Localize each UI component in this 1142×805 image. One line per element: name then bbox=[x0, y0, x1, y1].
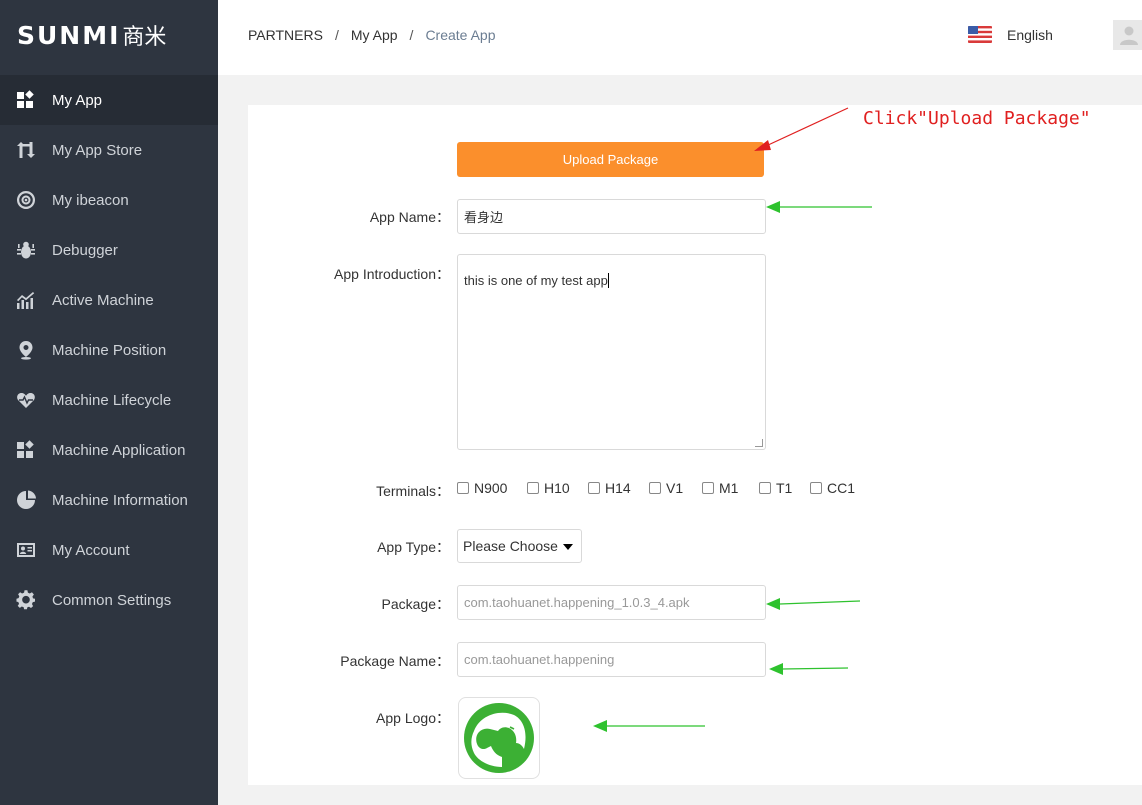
sidebar-item-label: Active Machine bbox=[52, 291, 154, 309]
terminal-option-m1[interactable]: M1 bbox=[702, 480, 759, 496]
us-flag-icon bbox=[968, 26, 992, 43]
sidebar-item-my-account[interactable]: My Account bbox=[0, 525, 218, 575]
logo-text: SUNMI bbox=[17, 20, 121, 50]
terminal-option-cc1[interactable]: CC1 bbox=[810, 480, 860, 496]
package-name-value: com.taohuanet.happening bbox=[464, 652, 615, 667]
sidebar-item-my-app[interactable]: My App bbox=[0, 75, 218, 125]
logo-text-cn: 商米 bbox=[122, 24, 167, 49]
resize-handle-icon[interactable] bbox=[755, 439, 763, 447]
breadcrumb-separator: / bbox=[334, 27, 339, 43]
app-introduction-textarea[interactable]: this is one of my test app bbox=[457, 254, 766, 450]
sidebar-nav: My App My App Store My ibeacon Debugger … bbox=[0, 75, 218, 625]
terminals-group: N900 H10 H14 V1 M1 T1 CC1 bbox=[457, 480, 860, 496]
package-label: Package： bbox=[381, 596, 450, 612]
checkbox[interactable] bbox=[810, 482, 822, 494]
app-logo-label: App Logo： bbox=[376, 710, 450, 726]
app-name-value: 看身边 bbox=[464, 210, 504, 225]
breadcrumb-partners[interactable]: PARTNERS bbox=[248, 27, 323, 43]
sidebar-item-my-app-store[interactable]: My App Store bbox=[0, 125, 218, 175]
sidebar-item-label: Machine Application bbox=[52, 441, 186, 459]
sidebar-item-active-machine[interactable]: Active Machine bbox=[0, 275, 218, 325]
user-icon bbox=[1120, 26, 1138, 45]
terminal-option-n900[interactable]: N900 bbox=[457, 480, 527, 496]
terminal-option-t1[interactable]: T1 bbox=[759, 480, 810, 496]
id-card-icon bbox=[0, 540, 52, 560]
sidebar-item-label: Machine Lifecycle bbox=[52, 391, 172, 409]
breadcrumb-separator: / bbox=[409, 27, 414, 43]
package-name-label: Package Name： bbox=[340, 653, 450, 669]
app-logo-image[interactable] bbox=[458, 697, 540, 779]
checkbox[interactable] bbox=[588, 482, 600, 494]
avatar[interactable] bbox=[1113, 20, 1142, 50]
terminal-label: H14 bbox=[605, 480, 631, 496]
app-introduction-value: this is one of my test app bbox=[464, 273, 608, 288]
sidebar-item-label: My ibeacon bbox=[52, 191, 129, 209]
terminal-label: N900 bbox=[474, 480, 508, 496]
location-pin-icon bbox=[0, 340, 52, 360]
checkbox[interactable] bbox=[457, 482, 469, 494]
app-type-label: App Type： bbox=[377, 539, 450, 555]
heartbeat-icon bbox=[0, 390, 52, 410]
terminal-label: CC1 bbox=[827, 480, 856, 496]
checkbox[interactable] bbox=[527, 482, 539, 494]
upload-package-button[interactable]: Upload Package bbox=[457, 142, 764, 177]
package-input[interactable]: com.taohuanet.happening_1.0.3_4.apk bbox=[457, 585, 766, 620]
breadcrumb-create-app: Create App bbox=[425, 27, 496, 43]
breadcrumb: PARTNERS / My App / Create App bbox=[248, 27, 496, 43]
sidebar-item-label: Machine Position bbox=[52, 341, 167, 359]
terminal-label: H10 bbox=[544, 480, 570, 496]
store-arrows-icon bbox=[0, 140, 52, 160]
sidebar-item-machine-position[interactable]: Machine Position bbox=[0, 325, 218, 375]
checkbox[interactable] bbox=[702, 482, 714, 494]
terminal-option-v1[interactable]: V1 bbox=[649, 480, 702, 496]
checkbox[interactable] bbox=[759, 482, 771, 494]
package-value: com.taohuanet.happening_1.0.3_4.apk bbox=[464, 595, 690, 610]
sidebar: SUNMI 商米 My App My App Store My ibeacon bbox=[0, 0, 218, 805]
caret-down-icon bbox=[563, 544, 573, 550]
apps-grid-icon bbox=[0, 90, 52, 110]
trend-chart-icon bbox=[0, 290, 52, 310]
terminal-label: T1 bbox=[776, 480, 793, 496]
sidebar-item-my-ibeacon[interactable]: My ibeacon bbox=[0, 175, 218, 225]
sidebar-item-label: Debugger bbox=[52, 241, 118, 259]
sidebar-item-common-settings[interactable]: Common Settings bbox=[0, 575, 218, 625]
terminals-label: Terminals： bbox=[376, 483, 450, 499]
sunmi-logo[interactable]: SUNMI 商米 bbox=[17, 20, 166, 50]
terminal-option-h14[interactable]: H14 bbox=[588, 480, 649, 496]
sidebar-item-label: Machine Information bbox=[52, 491, 188, 509]
top-header: PARTNERS / My App / Create App English bbox=[218, 0, 1142, 75]
language-selector[interactable]: English bbox=[968, 26, 1053, 43]
gear-icon bbox=[0, 590, 52, 610]
breadcrumb-my-app[interactable]: My App bbox=[351, 27, 398, 43]
checkbox[interactable] bbox=[649, 482, 661, 494]
sidebar-item-label: My App Store bbox=[52, 141, 143, 159]
apps-grid-icon bbox=[0, 440, 52, 460]
app-name-label: App Name： bbox=[369, 209, 450, 225]
sidebar-item-label: My Account bbox=[52, 541, 130, 559]
beacon-icon bbox=[0, 190, 52, 210]
app-type-value: Please Choose bbox=[463, 538, 558, 554]
sidebar-item-label: Common Settings bbox=[52, 591, 172, 609]
app-name-input[interactable]: 看身边 bbox=[457, 199, 766, 234]
sidebar-item-machine-application[interactable]: Machine Application bbox=[0, 425, 218, 475]
language-label: English bbox=[1007, 26, 1053, 43]
horse-logo-icon bbox=[464, 703, 534, 773]
sidebar-item-label: My App bbox=[52, 91, 103, 109]
pie-chart-icon bbox=[0, 490, 52, 510]
bug-icon bbox=[0, 240, 52, 260]
app-introduction-label: App Introduction： bbox=[334, 266, 450, 282]
sidebar-item-machine-information[interactable]: Machine Information bbox=[0, 475, 218, 525]
package-name-input[interactable]: com.taohuanet.happening bbox=[457, 642, 766, 677]
sidebar-item-machine-lifecycle[interactable]: Machine Lifecycle bbox=[0, 375, 218, 425]
text-cursor bbox=[607, 273, 609, 288]
sidebar-item-debugger[interactable]: Debugger bbox=[0, 225, 218, 275]
terminal-label: V1 bbox=[666, 480, 684, 496]
app-type-select[interactable]: Please Choose bbox=[457, 529, 582, 563]
terminal-label: M1 bbox=[719, 480, 739, 496]
annotation-text: Click"Upload Package" bbox=[863, 108, 1091, 129]
terminal-option-h10[interactable]: H10 bbox=[527, 480, 588, 496]
